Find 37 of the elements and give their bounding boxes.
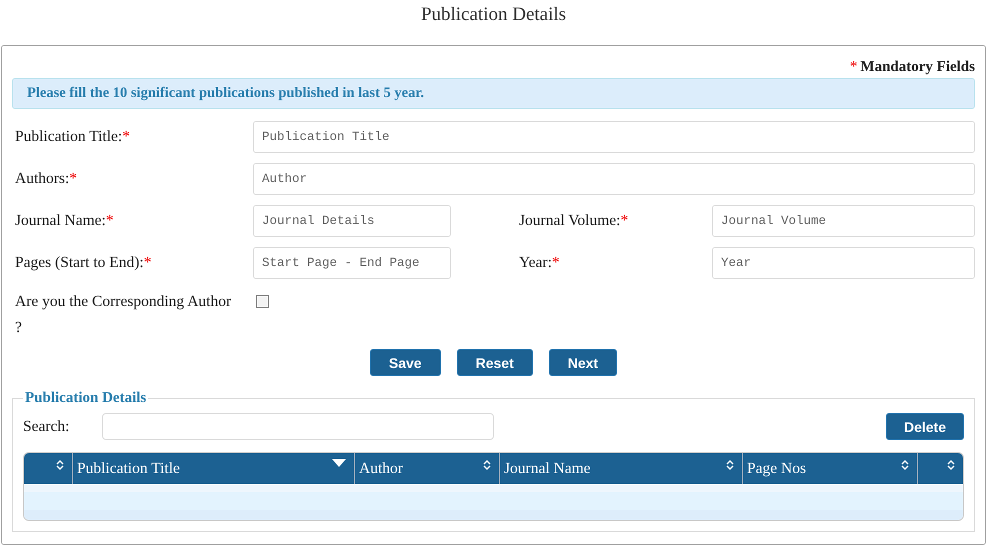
section-legend: Publication Details (23, 390, 148, 407)
sort-icon (901, 459, 909, 471)
field-label: Are you the Corresponding Author ? (15, 292, 232, 338)
action-button[interactable]: Save (370, 349, 441, 376)
input-field[interactable]: Journal Volume (712, 205, 975, 237)
field-label: Year: (519, 254, 552, 271)
checkbox[interactable] (256, 295, 269, 308)
sort-descending-icon (332, 459, 346, 467)
action-button[interactable]: Reset (456, 349, 533, 376)
required-mark: * (69, 170, 77, 187)
required-mark: * (552, 254, 560, 271)
required-mark: * (144, 254, 152, 271)
required-mark: * (620, 212, 628, 229)
mandatory-note: Mandatory Fields (860, 59, 975, 75)
input-field[interactable]: Year (712, 247, 975, 279)
sort-icon (56, 459, 64, 471)
required-mark: * (106, 212, 114, 229)
sort-icon (726, 459, 734, 471)
required-mark: * (850, 59, 858, 75)
required-mark: * (122, 128, 130, 145)
field-label: Journal Volume: (519, 212, 620, 229)
field-label: Pages (Start to End): (15, 254, 144, 271)
field-label: Publication Title: (15, 128, 122, 145)
search-label: Search: (23, 418, 70, 436)
input-field[interactable]: Author (253, 163, 975, 195)
info-banner: Please fill the 10 significant publications published in last 5 year. (12, 78, 975, 109)
input-field[interactable]: Publication Title (253, 121, 975, 153)
delete-button[interactable]: Delete (886, 413, 964, 440)
input-field[interactable]: Start Page - End Page (253, 247, 451, 279)
input-field[interactable]: Journal Details (253, 205, 451, 237)
sort-icon (483, 459, 491, 471)
search-field[interactable] (102, 413, 494, 440)
field-label: Journal Name: (15, 212, 106, 229)
field-label: Authors: (15, 170, 70, 187)
page-title: Publication Details (420, 3, 568, 27)
sort-icon (947, 459, 955, 471)
action-button[interactable]: Next (548, 349, 618, 376)
